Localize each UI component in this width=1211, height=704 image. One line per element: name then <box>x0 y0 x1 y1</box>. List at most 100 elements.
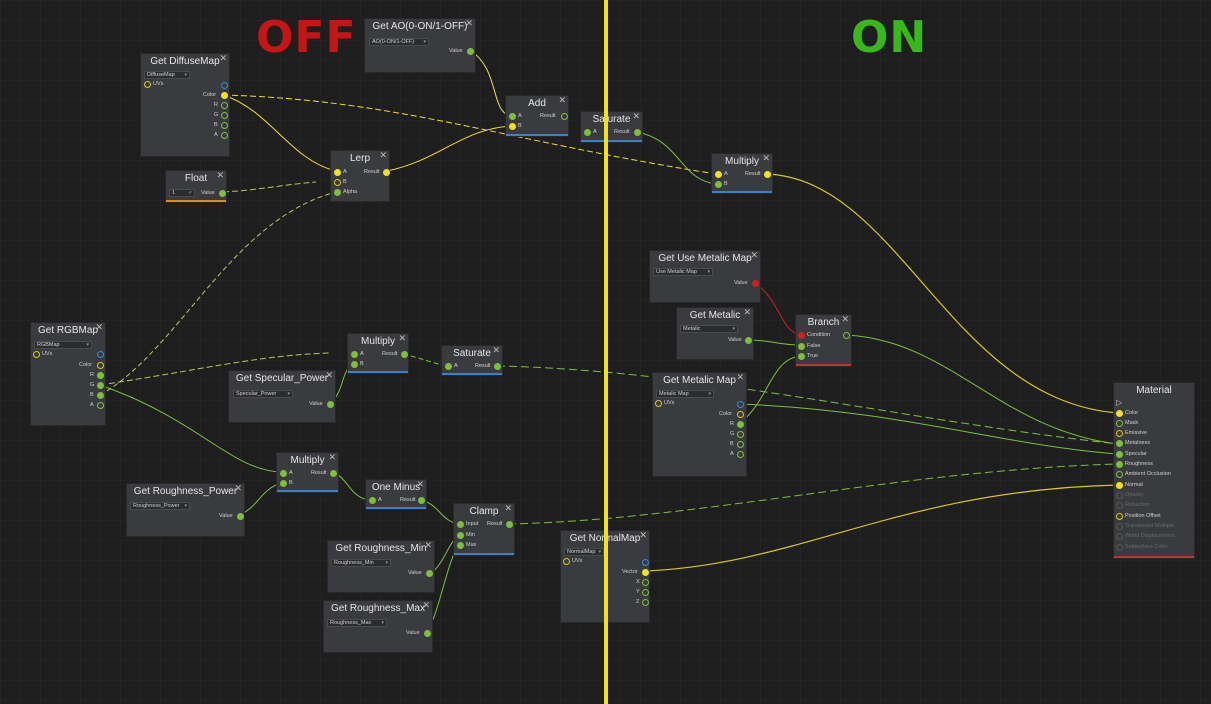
close-icon[interactable]: ✕ <box>736 373 744 382</box>
output-pin[interactable] <box>737 401 744 408</box>
dropdown[interactable]: DiffuseMap ▾ <box>144 71 190 79</box>
output-pin[interactable] <box>426 570 433 577</box>
node-multiply-low[interactable]: Multiply ✕ A B Result <box>276 452 339 493</box>
node-material[interactable]: Material ▷ Color Mask Emissive Metalness… <box>1113 382 1195 559</box>
node-get-metalic[interactable]: Get Metalic ✕ Metalic ▾ Value <box>676 307 754 360</box>
input-pin[interactable] <box>334 179 341 186</box>
input-pin[interactable] <box>563 558 570 565</box>
close-icon[interactable]: ✕ <box>639 531 647 540</box>
node-get-specular-power[interactable]: Get Specular_Power ✕ Specular_Power ▾ Val… <box>228 370 336 423</box>
output-pin[interactable] <box>764 171 771 178</box>
node-branch[interactable]: Branch ✕ Condition False True <box>795 314 852 367</box>
input-pin[interactable] <box>457 542 464 549</box>
output-pin[interactable] <box>221 122 228 129</box>
close-icon[interactable]: ✕ <box>325 371 333 380</box>
dropdown[interactable]: Metalic ▾ <box>680 325 738 333</box>
close-icon[interactable]: ✕ <box>492 346 500 355</box>
close-icon[interactable]: ✕ <box>743 308 751 317</box>
input-pin[interactable] <box>1116 440 1123 447</box>
output-pin[interactable] <box>642 599 649 606</box>
close-icon[interactable]: ✕ <box>216 171 224 180</box>
input-pin[interactable] <box>1116 430 1123 437</box>
node-get-roughness-max[interactable]: Get Roughness_Max ✕ Roughness_Max ▾ Value <box>323 600 433 653</box>
output-pin[interactable] <box>97 372 104 379</box>
node-add[interactable]: Add ✕ A B Result <box>505 95 569 137</box>
close-icon[interactable]: ✕ <box>219 54 227 63</box>
output-pin[interactable] <box>737 441 744 448</box>
dropdown[interactable]: Roughness_Power ▾ <box>130 502 190 510</box>
node-get-metalic-map[interactable]: Get Metalic Map ✕ Metalic Map ▾ UVs Color… <box>652 372 747 477</box>
input-pin[interactable] <box>1116 492 1123 499</box>
node-get-roughness-min[interactable]: Get Roughness_Min ✕ Roughness_Min ▾ Value <box>327 540 435 593</box>
node-get-diffusemap[interactable]: Get DiffuseMap ✕ DiffuseMap ▾ UVs Color R… <box>140 53 230 157</box>
dropdown[interactable]: Specular_Power ▾ <box>233 390 293 398</box>
dropdown[interactable]: Roughness_Min ▾ <box>331 559 391 567</box>
output-pin[interactable] <box>401 351 408 358</box>
close-icon[interactable]: ✕ <box>504 504 512 513</box>
output-pin[interactable] <box>424 630 431 637</box>
output-pin[interactable] <box>97 402 104 409</box>
input-pin[interactable] <box>1116 420 1123 427</box>
node-lerp[interactable]: Lerp ✕ A B Alpha Result <box>330 150 390 202</box>
input-pin[interactable] <box>457 532 464 539</box>
node-multiply-top[interactable]: Multiply ✕ A B Result <box>711 153 773 194</box>
node-saturate-top[interactable]: Saturate ✕ A Result <box>580 111 643 143</box>
output-pin[interactable] <box>327 401 334 408</box>
close-icon[interactable]: ✕ <box>424 541 432 550</box>
input-pin[interactable] <box>798 332 805 339</box>
node-get-roughness-power[interactable]: Get Roughness_Power ✕ Roughness_Power ▾ V… <box>126 483 245 537</box>
input-pin[interactable] <box>457 521 464 528</box>
close-icon[interactable]: ✕ <box>328 453 336 462</box>
close-icon[interactable]: ✕ <box>379 151 387 160</box>
input-pin[interactable] <box>1116 482 1123 489</box>
value-field[interactable]: 1 ⇗ <box>169 189 195 197</box>
output-pin[interactable] <box>467 48 474 55</box>
input-pin[interactable] <box>144 81 151 88</box>
output-pin[interactable] <box>221 102 228 109</box>
output-pin[interactable] <box>561 113 568 120</box>
output-pin[interactable] <box>221 112 228 119</box>
output-pin[interactable] <box>642 569 649 576</box>
node-float[interactable]: Float ✕ 1 ⇗ Value <box>165 170 227 203</box>
input-pin[interactable] <box>1116 410 1123 417</box>
input-pin[interactable] <box>715 181 722 188</box>
output-pin[interactable] <box>642 579 649 586</box>
exec-arrow-icon[interactable]: ▷ <box>1116 399 1122 407</box>
input-pin[interactable] <box>1116 513 1123 520</box>
output-pin[interactable] <box>383 169 390 176</box>
output-pin[interactable] <box>494 363 501 370</box>
close-icon[interactable]: ✕ <box>95 323 103 332</box>
input-pin[interactable] <box>509 113 516 120</box>
input-pin[interactable] <box>445 363 452 370</box>
node-get-ao[interactable]: Get AO(0-ON/1-OFF) ✕ AO(0-ON/1-OFF) ▾ Val… <box>364 18 476 73</box>
output-pin[interactable] <box>97 382 104 389</box>
input-pin[interactable] <box>351 361 358 368</box>
input-pin[interactable] <box>1116 502 1123 509</box>
input-pin[interactable] <box>1116 461 1123 468</box>
node-clamp[interactable]: Clamp ✕ Input Min Max Result <box>453 503 515 556</box>
input-pin[interactable] <box>1116 533 1123 540</box>
input-pin[interactable] <box>280 470 287 477</box>
close-icon[interactable]: ✕ <box>841 315 849 324</box>
node-get-rgbmap[interactable]: Get RGBMap ✕ RGBMap ▾ UVs Color R G B A <box>30 322 106 426</box>
input-pin[interactable] <box>655 400 662 407</box>
node-graph-canvas[interactable]: OFF ON Get AO(0-ON/1-OFF) ✕ AO(0-ON/1-OF… <box>0 0 1211 704</box>
output-pin[interactable] <box>642 559 649 566</box>
output-pin[interactable] <box>506 521 513 528</box>
close-icon[interactable]: ✕ <box>558 96 566 105</box>
output-pin[interactable] <box>330 470 337 477</box>
dropdown[interactable]: AO(0-ON/1-OFF) ▾ <box>369 38 429 46</box>
input-pin[interactable] <box>369 497 376 504</box>
input-pin[interactable] <box>798 343 805 350</box>
output-pin[interactable] <box>97 392 104 399</box>
output-pin[interactable] <box>221 132 228 139</box>
output-pin[interactable] <box>221 92 228 99</box>
dropdown[interactable]: Roughness_Max ▾ <box>327 619 387 627</box>
output-pin[interactable] <box>737 431 744 438</box>
output-pin[interactable] <box>642 589 649 596</box>
node-saturate-mid[interactable]: Saturate ✕ A Result <box>441 345 503 376</box>
output-pin[interactable] <box>843 332 850 339</box>
output-pin[interactable] <box>745 337 752 344</box>
close-icon[interactable]: ✕ <box>632 112 640 121</box>
dropdown[interactable]: NormalMap ▾ <box>564 548 604 556</box>
